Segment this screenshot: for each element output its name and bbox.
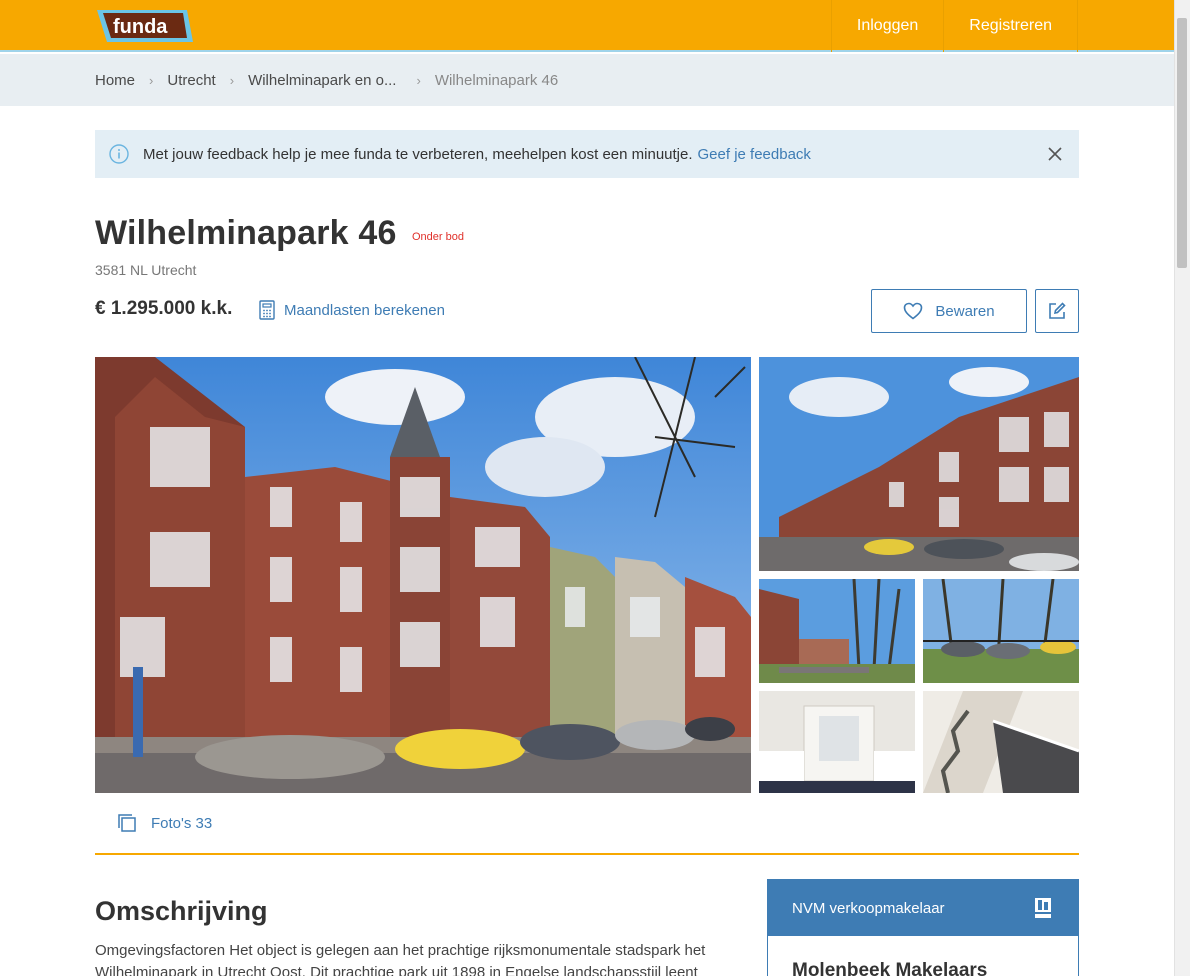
nvm-logo-icon	[1035, 898, 1051, 918]
photo-thumbnail-3[interactable]	[923, 579, 1079, 683]
info-icon	[109, 144, 129, 164]
breadcrumb-current: Wilhelminapark 46	[434, 71, 559, 89]
note-button[interactable]	[1035, 289, 1079, 333]
photos-count: Foto's 33	[151, 814, 213, 832]
breadcrumb-home[interactable]: Home	[95, 72, 135, 89]
chevron-right-icon: ›	[149, 72, 154, 88]
section-divider	[95, 853, 1079, 855]
scrollbar[interactable]	[1174, 0, 1190, 976]
breadcrumb: Home › Utrecht › Wilhelminapark en o... …	[95, 54, 558, 106]
description-text: Omgevingsfactoren Het object is gelegen …	[95, 942, 706, 976]
feedback-banner: Met jouw feedback help je mee funda te v…	[95, 130, 1079, 178]
breadcrumb-city[interactable]: Utrecht	[167, 72, 215, 89]
photos-link[interactable]: Foto's 33	[117, 813, 212, 833]
photos-icon	[118, 814, 136, 832]
breadcrumb-neighbourhood[interactable]: Wilhelminapark en o...	[248, 72, 396, 89]
logo-text: funda	[113, 16, 168, 38]
photo-thumbnail-4[interactable]	[759, 691, 915, 793]
agent-name[interactable]: Molenbeek Makelaars	[792, 960, 987, 976]
main-photo[interactable]	[95, 357, 751, 793]
feedback-link[interactable]: Geef je feedback	[698, 146, 811, 163]
listing-address: 3581 NL Utrecht	[95, 262, 197, 278]
save-button[interactable]: Bewaren	[871, 289, 1027, 333]
login-link[interactable]: Inloggen	[830, 0, 943, 52]
calculator-icon	[259, 300, 275, 320]
top-nav: Inloggen Registreren	[830, 0, 1078, 52]
mortgage-calc-link[interactable]: Maandlasten berekenen	[259, 300, 445, 320]
breadcrumb-bar: Home › Utrecht › Wilhelminapark en o... …	[0, 54, 1174, 106]
close-icon[interactable]	[1047, 146, 1063, 162]
chevron-right-icon: ›	[229, 72, 235, 88]
chevron-right-icon: ›	[416, 72, 421, 88]
listing-price: € 1.295.000 k.k.	[95, 298, 233, 319]
scrollbar-thumb[interactable]	[1177, 18, 1187, 268]
status-badge: Onder bod	[412, 231, 464, 243]
agent-card: NVM verkoopmakelaar Molenbeek Makelaars	[767, 879, 1079, 976]
agent-card-header: NVM verkoopmakelaar	[768, 880, 1078, 936]
mortgage-calc-label: Maandlasten berekenen	[284, 301, 445, 319]
agent-card-heading: NVM verkoopmakelaar	[792, 899, 945, 917]
top-header: funda Inloggen Registreren	[0, 0, 1174, 52]
photo-thumbnail-5[interactable]	[923, 691, 1079, 793]
description-heading: Omschrijving	[95, 896, 268, 926]
register-link[interactable]: Registreren	[943, 0, 1078, 52]
save-label: Bewaren	[935, 302, 995, 320]
heart-icon	[904, 302, 923, 320]
photo-thumbnail-2[interactable]	[759, 579, 915, 683]
edit-icon	[1049, 302, 1066, 319]
listing-title: Wilhelminapark 46	[95, 214, 397, 252]
funda-logo[interactable]: funda	[95, 8, 195, 44]
photo-thumbnail-1[interactable]	[759, 357, 1079, 571]
banner-text: Met jouw feedback help je mee funda te v…	[143, 145, 693, 163]
